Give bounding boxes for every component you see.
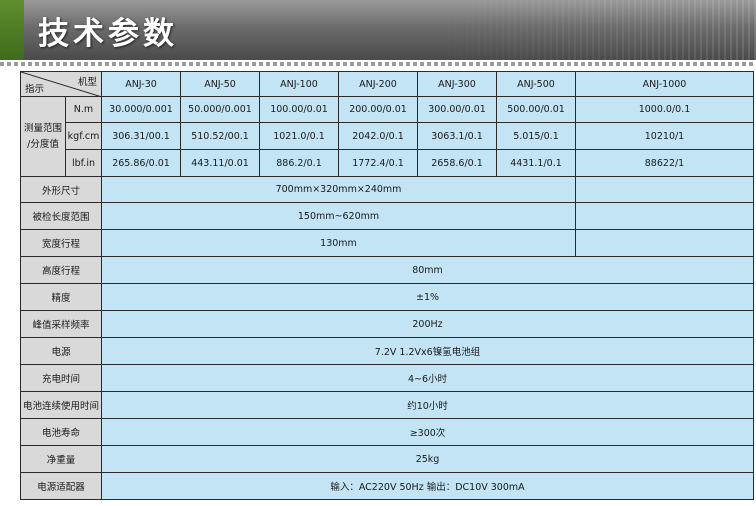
title-banner: 技术参数 bbox=[0, 0, 756, 60]
row-label: 电源 bbox=[20, 337, 102, 365]
corner-indicator-label: 指示 bbox=[25, 84, 45, 95]
table-cell: 50.000/0.001 bbox=[180, 96, 260, 123]
table-cell: 100.00/0.01 bbox=[259, 96, 339, 123]
table-row: 宽度行程 130mm bbox=[20, 229, 754, 257]
model-header: ANJ-50 bbox=[180, 71, 260, 97]
table-cell: 1021.0/0.1 bbox=[259, 122, 339, 150]
row-label: 净重量 bbox=[20, 445, 102, 473]
model-header: ANJ-300 bbox=[417, 71, 497, 97]
unit-label: lbf.in bbox=[65, 149, 102, 177]
table-cell: 88622/1 bbox=[575, 149, 754, 177]
table-cell: 2658.6/0.1 bbox=[417, 149, 497, 177]
model-header: ANJ-500 bbox=[496, 71, 576, 97]
spec-table: 机型 指示 ANJ-30 ANJ-50 ANJ-100 ANJ-200 ANJ-… bbox=[20, 71, 754, 500]
model-header: ANJ-30 bbox=[101, 71, 181, 97]
table-cell: 1772.4/0.1 bbox=[338, 149, 418, 177]
range-label-line2: /分度值 bbox=[27, 138, 59, 150]
row-label: 宽度行程 bbox=[20, 229, 102, 257]
table-cell: 7.2V 1.2Vx6镍氢电池组 bbox=[101, 337, 754, 365]
table-row: 峰值采样频率 200Hz bbox=[20, 310, 754, 338]
row-label: 电池寿命 bbox=[20, 418, 102, 446]
row-label: 峰值采样频率 bbox=[20, 310, 102, 338]
table-cell: 3063.1/0.1 bbox=[417, 122, 497, 150]
table-row: 电源适配器 输入：AC220V 50Hz 输出：DC10V 300mA bbox=[20, 472, 754, 500]
table-row: 被检长度范围 150mm~620mm bbox=[20, 202, 754, 230]
table-cell: 443.11/0.01 bbox=[180, 149, 260, 177]
table-cell bbox=[575, 229, 754, 257]
table-cell: 886.2/0.1 bbox=[259, 149, 339, 177]
table-row: 高度行程 80mm bbox=[20, 256, 754, 284]
row-label: 外形尺寸 bbox=[20, 176, 102, 203]
decorative-stripe bbox=[0, 62, 756, 66]
table-cell: 306.31/00.1 bbox=[101, 122, 181, 150]
table-cell: 300.00/0.01 bbox=[417, 96, 497, 123]
table-cell: 200Hz bbox=[101, 310, 754, 338]
header-corner-cell: 机型 指示 bbox=[20, 71, 102, 97]
table-cell: 265.86/0.01 bbox=[101, 149, 181, 177]
table-row: kgf.cm 306.31/00.1 510.52/00.1 1021.0/0.… bbox=[21, 122, 754, 150]
table-cell: ≥300次 bbox=[101, 418, 754, 446]
table-row: 电池连续使用时间 约10小时 bbox=[20, 391, 754, 419]
table-cell: 80mm bbox=[101, 256, 754, 284]
table-cell: 约10小时 bbox=[101, 391, 754, 419]
table-cell: 10210/1 bbox=[575, 122, 754, 150]
model-header: ANJ-200 bbox=[338, 71, 418, 97]
table-row: 外形尺寸 700mm×320mm×240mm bbox=[20, 176, 754, 203]
table-cell: 700mm×320mm×240mm bbox=[101, 176, 576, 203]
row-label: 精度 bbox=[20, 283, 102, 311]
table-cell bbox=[575, 202, 754, 230]
table-cell: ±1% bbox=[101, 283, 754, 311]
table-cell: 输入：AC220V 50Hz 输出：DC10V 300mA bbox=[101, 472, 754, 500]
table-cell: 25kg bbox=[101, 445, 754, 473]
table-row: lbf.in 265.86/0.01 443.11/0.01 886.2/0.1… bbox=[21, 149, 754, 177]
table-row: 电池寿命 ≥300次 bbox=[20, 418, 754, 446]
row-label: 被检长度范围 bbox=[20, 202, 102, 230]
corner-model-label: 机型 bbox=[77, 77, 97, 88]
unit-label: N.m bbox=[65, 96, 102, 123]
table-cell: 130mm bbox=[101, 229, 576, 257]
page-title: 技术参数 bbox=[38, 16, 178, 52]
row-label: 高度行程 bbox=[20, 256, 102, 284]
table-row: 测量范围 /分度值 N.m 30.000/0.001 50.000/0.001 … bbox=[20, 96, 754, 177]
table-header-row: 机型 指示 ANJ-30 ANJ-50 ANJ-100 ANJ-200 ANJ-… bbox=[20, 71, 754, 97]
model-header: ANJ-100 bbox=[259, 71, 339, 97]
row-label: 电源适配器 bbox=[20, 472, 102, 500]
table-row: 精度 ±1% bbox=[20, 283, 754, 311]
table-cell: 1000.0/0.1 bbox=[575, 96, 754, 123]
table-row: 净重量 25kg bbox=[20, 445, 754, 473]
row-label: 电池连续使用时间 bbox=[20, 391, 102, 419]
table-cell: 4~6小时 bbox=[101, 364, 754, 392]
unit-label: kgf.cm bbox=[65, 122, 102, 150]
range-label-line1: 测量范围 bbox=[23, 122, 62, 134]
table-cell: 4431.1/0.1 bbox=[496, 149, 576, 177]
table-cell: 500.00/0.01 bbox=[496, 96, 576, 123]
range-label-cell: 测量范围 /分度值 bbox=[20, 96, 66, 177]
table-cell: 510.52/00.1 bbox=[180, 122, 260, 150]
table-cell: 200.00/0.01 bbox=[338, 96, 418, 123]
table-row: 充电时间 4~6小时 bbox=[20, 364, 754, 392]
table-row: 电源 7.2V 1.2Vx6镍氢电池组 bbox=[20, 337, 754, 365]
model-header: ANJ-1000 bbox=[575, 71, 754, 97]
table-cell: 150mm~620mm bbox=[101, 202, 576, 230]
table-cell bbox=[575, 176, 754, 203]
row-label: 充电时间 bbox=[20, 364, 102, 392]
table-cell: 2042.0/0.1 bbox=[338, 122, 418, 150]
table-cell: 30.000/0.001 bbox=[101, 96, 181, 123]
table-cell: 5.015/0.1 bbox=[496, 122, 576, 150]
